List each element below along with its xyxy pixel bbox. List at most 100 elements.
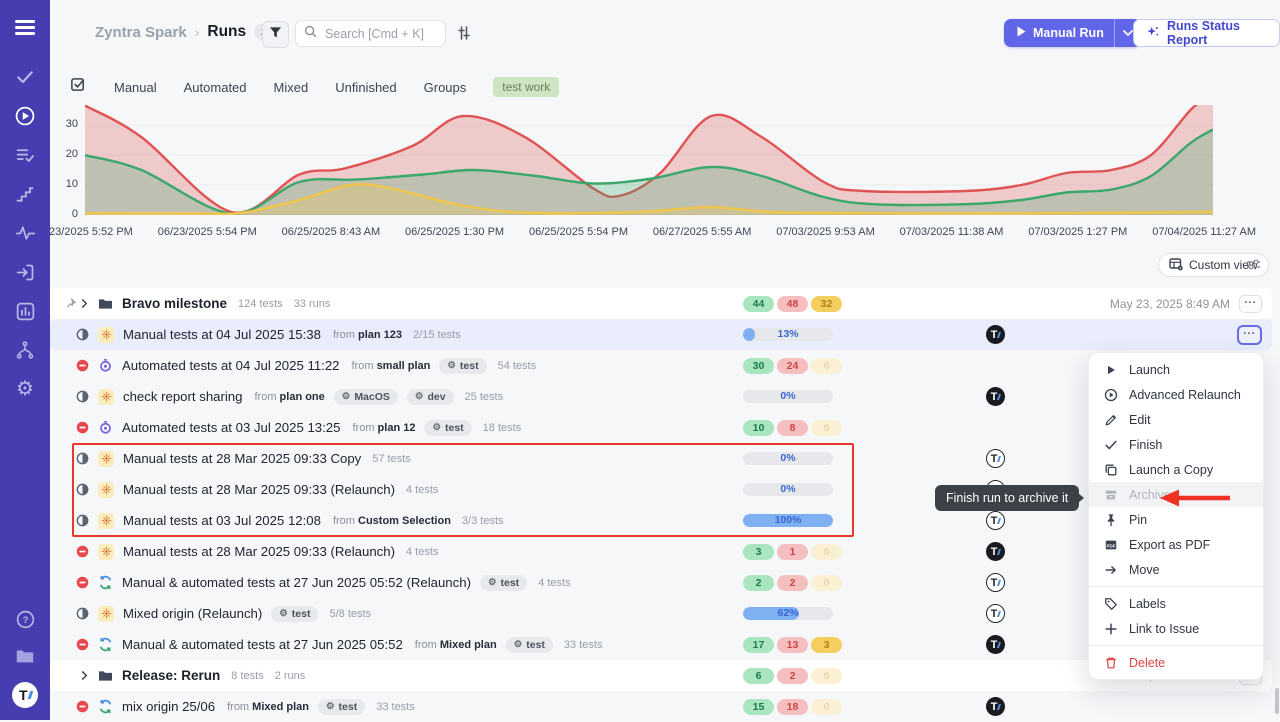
expand-chevron-icon[interactable] xyxy=(80,671,89,680)
filter-button[interactable] xyxy=(262,21,289,48)
run-title[interactable]: mix origin 25/06 xyxy=(122,699,215,714)
expand-chevron-icon[interactable] xyxy=(80,299,89,308)
menu-item-label: Delete xyxy=(1129,656,1165,670)
sidebar-item-branches-icon[interactable] xyxy=(14,339,36,361)
check-icon xyxy=(1103,438,1118,452)
menu-item-launch[interactable]: Launch xyxy=(1089,357,1263,382)
projects-folder-icon[interactable] xyxy=(14,645,36,667)
app-logo[interactable]: T xyxy=(12,682,38,708)
result-counts: 30240 xyxy=(743,350,845,381)
filter-sliders-icon[interactable] xyxy=(456,25,472,46)
sidebar-item-analytics-icon[interactable] xyxy=(14,300,36,322)
run-row[interactable]: Manual tests at 04 Jul 2025 15:38from pl… xyxy=(50,319,1272,350)
result-counts: 15180 xyxy=(743,691,845,722)
run-title[interactable]: Manual & automated tests at 27 Jun 2025 … xyxy=(122,637,403,652)
skipped-count: 0 xyxy=(811,575,842,591)
run-title[interactable]: Automated tests at 04 Jul 2025 11:22 xyxy=(122,358,340,373)
group-row[interactable]: Bravo milestone124 tests33 runs444832May… xyxy=(50,288,1272,319)
progress-label: 13% xyxy=(743,328,833,341)
search-input[interactable] xyxy=(323,26,437,42)
run-title[interactable]: Automated tests at 03 Jul 2025 13:25 xyxy=(122,420,340,435)
menu-item-link-to-issue[interactable]: Link to Issue xyxy=(1089,616,1263,641)
sidebar-item-runs-icon[interactable] xyxy=(14,105,36,127)
menu-item-label: Launch xyxy=(1129,363,1170,377)
tests-count: 4 tests xyxy=(538,577,570,589)
type-manual-icon xyxy=(98,606,114,622)
menu-item-finish[interactable]: Finish xyxy=(1089,432,1263,457)
failed-count: 2 xyxy=(777,668,808,684)
sidebar-item-import-icon[interactable] xyxy=(14,261,36,283)
tab-groups[interactable]: Groups xyxy=(424,80,467,95)
result-counts: 444832 xyxy=(743,288,845,319)
breadcrumb-project[interactable]: Zyntra Spark xyxy=(95,24,187,41)
relaunch-icon xyxy=(1103,388,1118,402)
run-title[interactable]: check report sharing xyxy=(123,389,242,404)
menu-item-label: Labels xyxy=(1129,597,1166,611)
y-tick-label: 30 xyxy=(52,118,78,130)
run-title[interactable]: Manual tests at 03 Jul 2025 12:08 xyxy=(123,513,321,528)
tab-manual[interactable]: Manual xyxy=(114,80,157,95)
run-title[interactable]: Manual tests at 28 Mar 2025 09:33 (Relau… xyxy=(123,482,395,497)
search-box[interactable] xyxy=(295,20,446,47)
sidebar-item-tests-icon[interactable] xyxy=(14,66,36,88)
runs-status-report-button[interactable]: Runs Status Report xyxy=(1133,19,1280,47)
tab-mixed[interactable]: Mixed xyxy=(274,80,309,95)
runs-count: 2 runs xyxy=(275,670,306,682)
passed-count: 17 xyxy=(743,637,774,653)
status-in-progress-icon xyxy=(76,607,89,620)
menu-item-advanced-relaunch[interactable]: Advanced Relaunch xyxy=(1089,382,1263,407)
tab-automated[interactable]: Automated xyxy=(184,80,247,95)
menu-item-move[interactable]: Move xyxy=(1089,557,1263,582)
context-menu: Launch Advanced RelaunchEdit Finish Launch … xyxy=(1088,352,1264,680)
menu-item-export-as-pdf[interactable]: PDFExport as PDF xyxy=(1089,532,1263,557)
run-source: from Custom Selection xyxy=(333,515,451,527)
status-finished-icon xyxy=(76,421,89,434)
row-menu-button[interactable]: ··· xyxy=(1237,325,1262,345)
run-title[interactable]: Manual tests at 04 Jul 2025 15:38 xyxy=(123,327,321,342)
menu-item-label: Pin xyxy=(1129,513,1147,527)
run-row[interactable]: mix origin 25/06from Mixed plan⚙test33 t… xyxy=(50,691,1272,722)
passed-count: 10 xyxy=(743,420,774,436)
tests-count: 33 tests xyxy=(376,701,415,713)
menu-item-edit[interactable]: Edit xyxy=(1089,407,1263,432)
menu-item-launch-a-copy[interactable]: Launch a Copy xyxy=(1089,457,1263,482)
type-manual-icon xyxy=(98,544,114,560)
x-tick-label: 06/27/2025 5:55 AM xyxy=(653,226,751,238)
row-menu-button[interactable]: ··· xyxy=(1239,295,1262,313)
y-tick-label: 10 xyxy=(52,178,78,190)
sidebar-item-settings-icon[interactable]: ⚙ xyxy=(14,378,36,400)
menu-item-pin[interactable]: Pin xyxy=(1089,507,1263,532)
run-title[interactable]: Manual & automated tests at 27 Jun 2025 … xyxy=(122,575,471,590)
x-tick-label: 07/03/2025 9:53 AM xyxy=(776,226,874,238)
help-icon[interactable]: ? xyxy=(14,608,36,630)
sidebar-item-pulse-icon[interactable] xyxy=(14,222,36,244)
progress-label: 0% xyxy=(743,452,833,465)
view-settings-icon[interactable] xyxy=(1246,258,1261,276)
run-title[interactable]: Mixed origin (Relaunch) xyxy=(123,606,262,621)
menu-item-label: Move xyxy=(1129,563,1160,577)
menu-item-delete[interactable]: Delete xyxy=(1089,650,1263,675)
table-gear-icon xyxy=(1169,257,1183,274)
status-in-progress-icon xyxy=(76,328,89,341)
tag-badge: ⚙test xyxy=(439,358,486,374)
status-finished-icon xyxy=(76,359,89,372)
manual-run-button[interactable]: Manual Run xyxy=(1004,19,1141,47)
sidebar: ⚙ ? T xyxy=(0,0,50,720)
menu-item-label: Finish xyxy=(1129,438,1162,452)
select-runs-icon[interactable] xyxy=(70,76,87,98)
menu-item-labels[interactable]: Labels xyxy=(1089,591,1263,616)
scrollbar-thumb[interactable] xyxy=(1275,688,1279,714)
active-filter-badge[interactable]: test work xyxy=(493,77,559,97)
sidebar-item-milestones-icon[interactable] xyxy=(14,183,36,205)
runs-count: 33 runs xyxy=(294,298,331,310)
run-title[interactable]: Manual tests at 28 Mar 2025 09:33 (Relau… xyxy=(123,544,395,559)
type-manual-icon xyxy=(98,451,114,467)
menu-icon[interactable] xyxy=(15,20,35,39)
sidebar-item-plans-icon[interactable] xyxy=(14,144,36,166)
tag-badge: ⚙test xyxy=(480,575,527,591)
tab-unfinished[interactable]: Unfinished xyxy=(335,80,396,95)
skipped-count: 0 xyxy=(811,544,842,560)
type-mixed-icon xyxy=(98,699,113,714)
tests-count: 33 tests xyxy=(564,639,603,651)
run-title[interactable]: Manual tests at 28 Mar 2025 09:33 Copy xyxy=(123,451,361,466)
